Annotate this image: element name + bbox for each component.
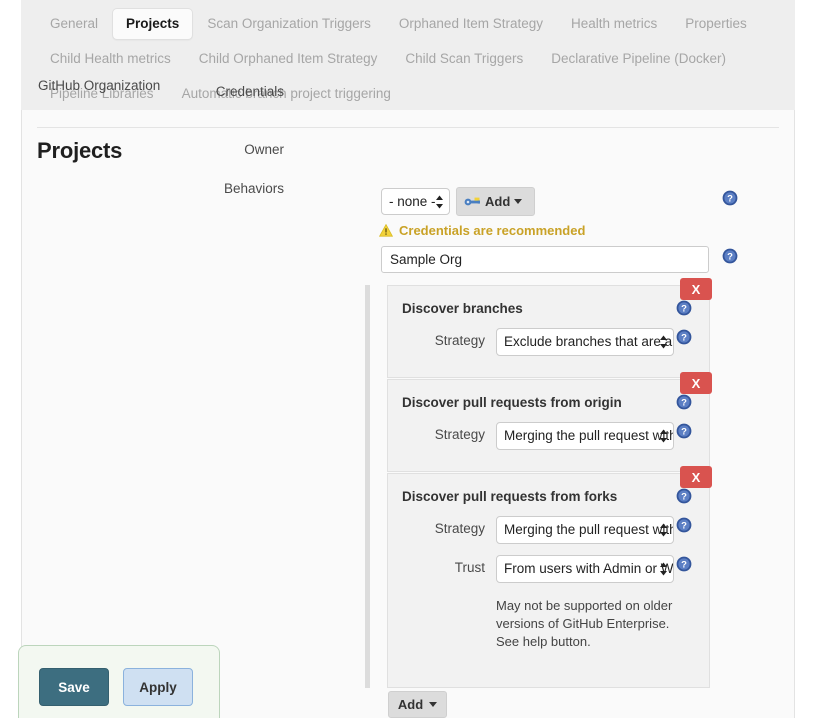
- tab-child-orphaned-item-strategy[interactable]: Child Orphaned Item Strategy: [185, 43, 392, 75]
- warning-triangle-icon: [379, 224, 393, 237]
- help-icon-behavior-2-trust[interactable]: ?: [676, 556, 692, 572]
- add-behavior-button[interactable]: Add: [388, 691, 447, 718]
- help-icon-behavior-0-title[interactable]: ?: [676, 300, 692, 316]
- credentials-warning-text: Credentials are recommended: [399, 223, 586, 238]
- svg-text:?: ?: [681, 304, 687, 315]
- behavior-row: Trust From users with Admin or Write per…: [388, 555, 709, 583]
- add-behavior-label: Add: [397, 697, 424, 712]
- save-bar: Save Apply: [18, 645, 220, 718]
- behavior-strategy-value: Exclude branches that are also filed as …: [504, 334, 673, 349]
- behavior-row: Strategy Exclude branches that are also …: [388, 328, 709, 356]
- tab-general[interactable]: General: [36, 8, 112, 40]
- behavior-card: Discover pull requests from forks X Stra…: [387, 466, 712, 688]
- behavior-row: Strategy Merging the pull request with t…: [388, 516, 709, 544]
- credentials-select-value: - none -: [389, 194, 436, 209]
- delete-behavior-button[interactable]: X: [680, 278, 712, 300]
- credentials-label: Credentials: [215, 84, 284, 99]
- tab-scan-organization-triggers[interactable]: Scan Organization Triggers: [193, 8, 385, 40]
- behavior-strategy-select[interactable]: Exclude branches that are also filed as …: [496, 328, 674, 356]
- help-icon-behavior-2-title[interactable]: ?: [676, 488, 692, 504]
- tab-bar: General Projects Scan Organization Trigg…: [21, 0, 795, 110]
- tab-projects[interactable]: Projects: [112, 7, 194, 40]
- tab-health-metrics[interactable]: Health metrics: [557, 8, 671, 40]
- svg-text:?: ?: [681, 521, 687, 532]
- select-spinner-icon: [436, 195, 443, 208]
- behavior-trust-select[interactable]: From users with Admin or Write permissio…: [496, 555, 674, 583]
- tab-row-2: Child Health metrics Child Orphaned Item…: [21, 41, 795, 76]
- owner-label: Owner: [244, 142, 284, 157]
- help-icon-owner[interactable]: ?: [722, 248, 738, 264]
- tab-child-health-metrics[interactable]: Child Health metrics: [36, 43, 185, 75]
- behavior-note: May not be supported on older versions o…: [496, 598, 673, 649]
- svg-text:?: ?: [681, 333, 687, 344]
- behavior-title: Discover pull requests from origin: [402, 395, 622, 410]
- panel-divider: [37, 127, 779, 128]
- behavior-strategy-select[interactable]: Merging the pull request with the curren…: [496, 516, 674, 544]
- add-credentials-label: Add: [485, 194, 511, 209]
- apply-button[interactable]: Apply: [123, 668, 193, 706]
- behavior-card: Discover pull requests from origin X Str…: [387, 372, 712, 472]
- owner-input[interactable]: [381, 246, 709, 273]
- behavior-strategy-value: Merging the pull request with the curren…: [504, 522, 673, 537]
- behavior-row-label: Strategy: [434, 427, 485, 442]
- tab-child-scan-triggers[interactable]: Child Scan Triggers: [391, 43, 537, 75]
- svg-text:?: ?: [727, 252, 733, 263]
- behavior-row-label: Strategy: [434, 333, 485, 348]
- tab-orphaned-item-strategy[interactable]: Orphaned Item Strategy: [385, 8, 557, 40]
- svg-text:?: ?: [681, 560, 687, 571]
- chevron-down-icon: [514, 199, 523, 204]
- svg-text:?: ?: [681, 492, 687, 503]
- behaviors-label: Behaviors: [223, 181, 284, 196]
- behavior-trust-value: From users with Admin or Write permissio…: [504, 561, 674, 576]
- tab-properties[interactable]: Properties: [671, 8, 761, 40]
- delete-behavior-button[interactable]: X: [680, 372, 712, 394]
- tab-declarative-pipeline-docker[interactable]: Declarative Pipeline (Docker): [537, 43, 740, 75]
- svg-text:?: ?: [681, 398, 687, 409]
- behavior-row-label: Trust: [454, 560, 485, 575]
- behaviors-container: Discover branches X Strategy Exclude bra…: [365, 278, 712, 688]
- behavior-row-label: Strategy: [434, 521, 485, 536]
- behavior-row: Strategy Merging the pull request with t…: [388, 422, 709, 450]
- section-label-github-organization: GitHub Organization: [38, 78, 161, 93]
- credentials-warning: Credentials are recommended: [379, 223, 585, 238]
- help-icon-behavior-1-strategy[interactable]: ?: [676, 423, 692, 439]
- help-icon-behavior-1-title[interactable]: ?: [676, 394, 692, 410]
- behavior-title: Discover branches: [402, 301, 523, 316]
- help-icon-behavior-2-strategy[interactable]: ?: [676, 517, 692, 533]
- behavior-card: Discover branches X Strategy Exclude bra…: [387, 278, 712, 378]
- key-icon: [464, 197, 480, 206]
- svg-text:?: ?: [727, 194, 733, 205]
- add-credentials-button[interactable]: Add: [456, 187, 535, 216]
- svg-text:?: ?: [681, 427, 687, 438]
- save-button[interactable]: Save: [39, 668, 109, 706]
- chevron-down-icon: [429, 702, 438, 707]
- behaviors-rail: [365, 285, 370, 688]
- behavior-title: Discover pull requests from forks: [402, 489, 618, 504]
- credentials-select[interactable]: - none -: [381, 188, 450, 215]
- behavior-strategy-value: Merging the pull request with the curren…: [504, 428, 673, 443]
- help-icon-credentials[interactable]: ?: [722, 190, 738, 206]
- behavior-strategy-select[interactable]: Merging the pull request with the curren…: [496, 422, 674, 450]
- help-icon-behavior-0-strategy[interactable]: ?: [676, 329, 692, 345]
- delete-behavior-button[interactable]: X: [680, 466, 712, 488]
- page-title: Projects: [37, 138, 123, 163]
- tab-row-1: General Projects Scan Organization Trigg…: [21, 6, 795, 41]
